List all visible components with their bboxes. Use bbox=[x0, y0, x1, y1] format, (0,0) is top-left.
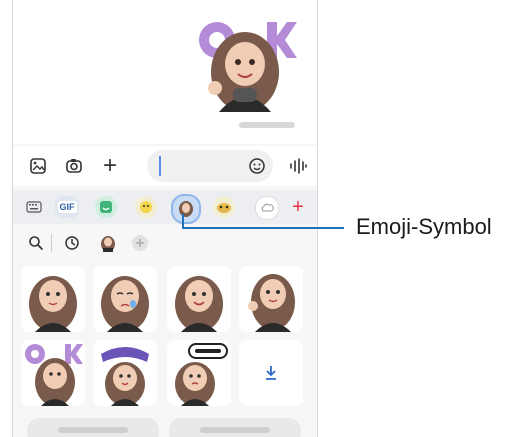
download-icon bbox=[266, 366, 276, 380]
make-stickers-label bbox=[58, 427, 128, 433]
emoji-subbar bbox=[13, 226, 317, 260]
cloud-emoji-icon[interactable] bbox=[255, 196, 279, 220]
sticker-icon[interactable] bbox=[95, 196, 117, 218]
sent-ok-sticker[interactable] bbox=[195, 12, 299, 120]
bitmoji-icon[interactable] bbox=[135, 196, 157, 218]
avatar-ok-sticker[interactable] bbox=[21, 340, 85, 406]
voice-recorder-icon[interactable] bbox=[281, 149, 315, 183]
add-attachment-button[interactable]: + bbox=[93, 149, 127, 183]
message-input[interactable] bbox=[147, 150, 273, 182]
more-stickers-label bbox=[200, 427, 270, 433]
mojitok-icon[interactable] bbox=[213, 196, 235, 218]
emoji-icon[interactable] bbox=[247, 156, 267, 176]
avatar-thanks-sticker[interactable] bbox=[93, 340, 157, 406]
download-more-button[interactable] bbox=[239, 340, 303, 406]
message-composer: + bbox=[13, 146, 317, 186]
avatar-peace-sticker[interactable] bbox=[239, 266, 303, 332]
more-stickers-button[interactable] bbox=[169, 418, 301, 437]
keyboard-toolbar: GIF + bbox=[13, 190, 317, 224]
callout-leader-line bbox=[182, 227, 344, 229]
divider bbox=[51, 234, 52, 252]
gallery-icon[interactable] bbox=[21, 149, 55, 183]
ar-emoji-icon[interactable] bbox=[171, 194, 201, 224]
emoji-symbol-callout-label: Emoji-Symbol bbox=[356, 214, 492, 239]
avatar-crying-sticker[interactable] bbox=[93, 266, 157, 332]
keyboard-icon[interactable] bbox=[23, 196, 45, 218]
text-caret bbox=[159, 156, 161, 176]
avatar-sticker[interactable] bbox=[21, 266, 85, 332]
messaging-screen: + GIF + bbox=[12, 0, 318, 437]
gif-label: GIF bbox=[57, 201, 77, 213]
gif-button[interactable]: GIF bbox=[55, 196, 79, 218]
add-sticker-app-button[interactable]: + bbox=[287, 196, 309, 218]
camera-icon[interactable] bbox=[57, 149, 91, 183]
avatar-sorry-sticker[interactable] bbox=[167, 340, 231, 406]
callout-leader-vertical bbox=[182, 214, 184, 228]
make-stickers-button[interactable] bbox=[27, 418, 159, 437]
avatar-smile-sticker[interactable] bbox=[167, 266, 231, 332]
message-timestamp bbox=[239, 122, 295, 128]
avatar-category-icon[interactable] bbox=[91, 226, 125, 260]
search-icon[interactable] bbox=[19, 226, 53, 260]
chat-area bbox=[13, 0, 317, 144]
recent-icon[interactable] bbox=[55, 226, 89, 260]
add-avatar-icon[interactable] bbox=[123, 226, 157, 260]
